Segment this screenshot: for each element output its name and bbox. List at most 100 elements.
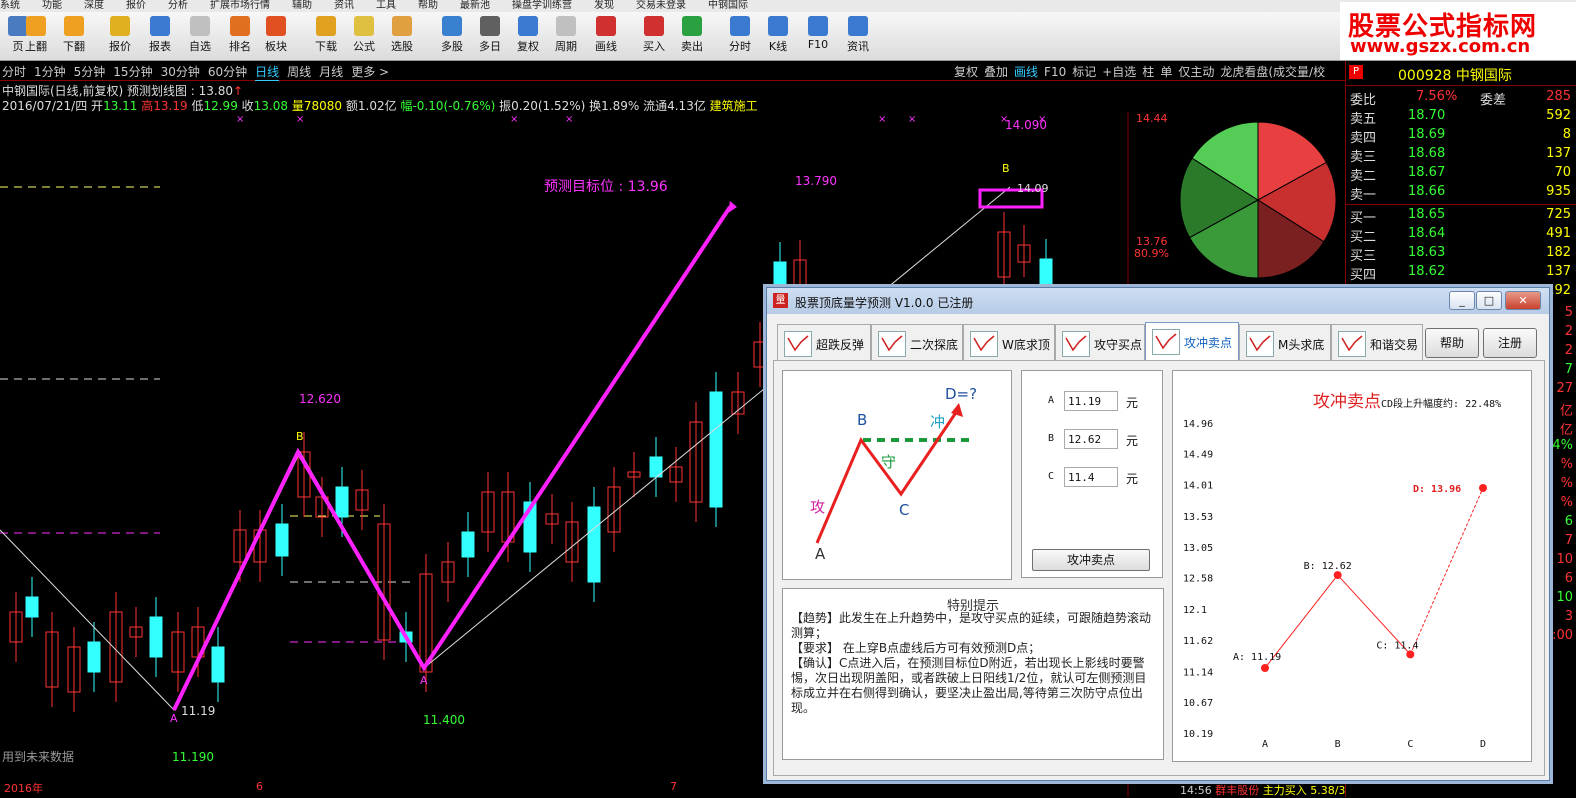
toolbar-button-6[interactable]: 排名 xyxy=(222,14,258,58)
period-tab[interactable]: 60分钟 xyxy=(208,63,247,80)
side-value: 7 xyxy=(1564,533,1573,548)
menu-item[interactable]: 分析 xyxy=(168,1,188,11)
toolbar-button-20[interactable]: F10 xyxy=(800,14,836,58)
menu-item[interactable]: 帮助 xyxy=(418,1,438,11)
chart-tool[interactable]: 标记 xyxy=(1072,63,1096,80)
brand-banner: 股票公式指标网 www.gszx.com.cn xyxy=(1340,2,1576,60)
buys-volume: 137 xyxy=(1546,264,1571,279)
menu-item[interactable]: 报价 xyxy=(126,1,146,11)
chart-tool[interactable]: +自选 xyxy=(1102,63,1136,80)
price-input-a[interactable]: 11.19 xyxy=(1064,391,1118,411)
toolbar-button-7[interactable]: 板块 xyxy=(258,14,294,58)
toolbar-button-19[interactable]: K线 xyxy=(760,14,796,58)
data-point xyxy=(1333,571,1342,580)
menu-item[interactable]: 功能 xyxy=(42,1,62,11)
toolbar-button-12[interactable]: 多日 xyxy=(472,14,508,58)
menu-item[interactable]: 操盘学训练营 xyxy=(512,1,572,11)
tab-0[interactable]: 超跌反弹 xyxy=(777,324,871,361)
tab-3[interactable]: 攻守买点 xyxy=(1055,324,1145,361)
period-tab[interactable]: 30分钟 xyxy=(161,63,200,80)
period-tab[interactable]: 日线 xyxy=(255,63,280,81)
tab-5[interactable]: M头求底 xyxy=(1239,324,1331,361)
calculate-button[interactable]: 攻冲卖点 xyxy=(1032,549,1150,571)
sector-name[interactable]: 建筑施工 xyxy=(710,99,758,113)
order-divider xyxy=(1346,204,1576,205)
period-tab[interactable]: 5分钟 xyxy=(74,63,106,80)
change-value: 幅-0.10(-0.76%) xyxy=(400,99,496,113)
dialog-titlebar[interactable]: 量 股票顶底量学预测 V1.0.0 已注册 _ □ ✕ xyxy=(767,288,1549,314)
toolbar-button-9[interactable]: 公式 xyxy=(346,14,382,58)
toolbar-button-11[interactable]: 多股 xyxy=(434,14,470,58)
buy-icon xyxy=(644,16,664,36)
menu-item[interactable]: 发现 xyxy=(594,1,614,11)
sells-row[interactable]: 卖一 18.66 935 xyxy=(1346,184,1576,203)
chart-tool[interactable]: 仅主动 xyxy=(1178,63,1214,80)
sells-row[interactable]: 卖二 18.67 70 xyxy=(1346,165,1576,184)
close-button[interactable]: ✕ xyxy=(1505,291,1541,310)
menu-item[interactable]: 资讯 xyxy=(334,1,354,11)
toolbar-button-label: 板块 xyxy=(265,40,287,53)
buys-row[interactable]: 买二 18.64 491 xyxy=(1346,226,1576,245)
chart-tool[interactable]: 复权 xyxy=(954,63,978,80)
toolbar-button-17[interactable]: 卖出 xyxy=(674,14,710,58)
menu-item[interactable]: 辅助 xyxy=(292,1,312,11)
price-input-c[interactable]: 11.4 xyxy=(1064,467,1118,487)
side-value: 亿 xyxy=(1559,404,1573,419)
toolbar-button-8[interactable]: 下载 xyxy=(308,14,344,58)
register-button[interactable]: 注册 xyxy=(1483,328,1537,358)
toolbar-button-4[interactable]: 报表 xyxy=(142,14,178,58)
data-point xyxy=(1406,650,1415,659)
chart-tool[interactable]: 画线 xyxy=(1014,63,1038,80)
chart-tool-bar: 复权 叠加 画线 F10 标记 +自选柱单仅主动 龙虎看盘(成交量/校 xyxy=(952,61,1347,80)
tab-1[interactable]: 二次探底 xyxy=(871,324,963,361)
buys-row[interactable]: 买四 18.62 137 xyxy=(1346,264,1576,283)
chart-tool[interactable]: 柱 xyxy=(1142,63,1154,80)
period-tab[interactable]: 周线 xyxy=(287,63,311,80)
period-tab[interactable]: 更多 > xyxy=(351,63,389,80)
toolbar-button-2[interactable]: 下翻 xyxy=(56,14,92,58)
toolbar-button-15[interactable]: 画线 xyxy=(588,14,624,58)
menu-item[interactable]: 最新池 xyxy=(460,1,490,11)
sells-row[interactable]: 卖五 18.70 592 xyxy=(1346,108,1576,127)
toolbar-button-16[interactable]: 买入 xyxy=(636,14,672,58)
tab-4[interactable]: 攻冲卖点 xyxy=(1145,322,1239,361)
period-tab[interactable]: 1分钟 xyxy=(34,63,66,80)
menu-item[interactable]: 中钢国际 xyxy=(708,1,748,11)
chart-tool[interactable]: F10 xyxy=(1044,65,1066,79)
buys-row[interactable]: 买三 18.63 182 xyxy=(1346,245,1576,264)
sells-row[interactable]: 卖四 18.69 8 xyxy=(1346,127,1576,146)
toolbar-button-21[interactable]: 资讯 xyxy=(840,14,876,58)
toolbar-button-5[interactable]: 自选 xyxy=(182,14,218,58)
help-button[interactable]: 帮助 xyxy=(1425,328,1479,358)
menu-item[interactable]: 扩展市场行情 xyxy=(210,1,270,11)
point-b-label-right: B xyxy=(1002,162,1010,175)
toolbar-button-3[interactable]: 报价 xyxy=(102,14,138,58)
toolbar-button-13[interactable]: 复权 xyxy=(510,14,546,58)
buys-row[interactable]: 买一 18.65 725 xyxy=(1346,207,1576,226)
menu-item[interactable]: 交易未登录 xyxy=(636,1,686,11)
sells-row[interactable]: 卖三 18.68 137 xyxy=(1346,146,1576,165)
report-icon xyxy=(150,16,170,36)
toolbar-button-10[interactable]: 选股 xyxy=(384,14,420,58)
close-label: 收 xyxy=(241,99,254,113)
side-value: 2 xyxy=(1564,324,1573,339)
period-tab[interactable]: 分时 xyxy=(2,63,26,80)
toolbar-button-18[interactable]: 分时 xyxy=(722,14,758,58)
weibi-row: 委比 7.56% 委差 285 xyxy=(1350,89,1571,108)
toolbar-button-14[interactable]: 周期 xyxy=(548,14,584,58)
toolbar-button-1[interactable]: 上翻 xyxy=(18,14,54,58)
chart-tool[interactable]: 叠加 xyxy=(984,63,1008,80)
tab-6[interactable]: 和谐交易 xyxy=(1331,324,1423,361)
maximize-button[interactable]: □ xyxy=(1476,291,1502,310)
menu-item[interactable]: 深度 xyxy=(84,1,104,11)
chart-tool[interactable]: 单 xyxy=(1160,63,1172,80)
period-tab[interactable]: 15分钟 xyxy=(113,63,152,80)
menu-item[interactable]: 系统 xyxy=(0,1,20,11)
amplitude-turnover: 振0.20(1.52%) 换1.89% 流通4.13亿 xyxy=(499,99,706,113)
menu-item[interactable]: 工具 xyxy=(376,1,396,11)
period-tab[interactable]: 月线 xyxy=(319,63,343,80)
chart-tool[interactable]: 龙虎看盘(成交量/校 xyxy=(1220,63,1325,80)
minimize-button[interactable]: _ xyxy=(1449,291,1475,310)
tab-2[interactable]: W底求顶 xyxy=(963,324,1055,361)
price-input-b[interactable]: 12.62 xyxy=(1064,429,1118,449)
